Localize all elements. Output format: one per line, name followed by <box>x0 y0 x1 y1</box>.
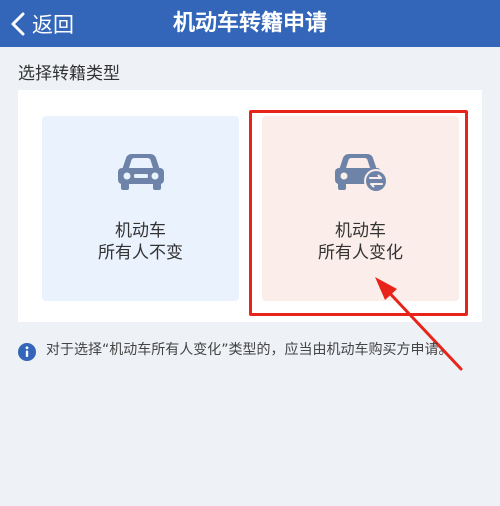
option-owner-changed[interactable]: 机动车 所有人变化 <box>262 116 459 301</box>
option-label-line1: 机动车 <box>115 221 166 241</box>
option-owner-unchanged[interactable]: 机动车 所有人不变 <box>42 116 239 301</box>
page-title: 机动车转籍申请 <box>172 11 327 36</box>
app-header: 返回 机动车转籍申请 <box>0 0 500 47</box>
option-label-line2: 所有人不变 <box>98 243 183 263</box>
option-label: 机动车 所有人变化 <box>262 220 459 264</box>
info-icon <box>18 343 36 361</box>
option-label-line1: 机动车 <box>335 221 386 241</box>
section-title: 选择转籍类型 <box>18 64 120 84</box>
notice-text: 对于选择“机动车所有人变化”类型的，应当由机动车购买方申请。 <box>46 342 453 358</box>
option-label-line2: 所有人变化 <box>318 243 403 263</box>
option-label: 机动车 所有人不变 <box>42 220 239 264</box>
transfer-type-panel: 机动车 所有人不变 机动车 所有人变化 <box>18 90 482 322</box>
car-transfer-icon <box>334 154 388 193</box>
car-icon <box>117 154 164 190</box>
